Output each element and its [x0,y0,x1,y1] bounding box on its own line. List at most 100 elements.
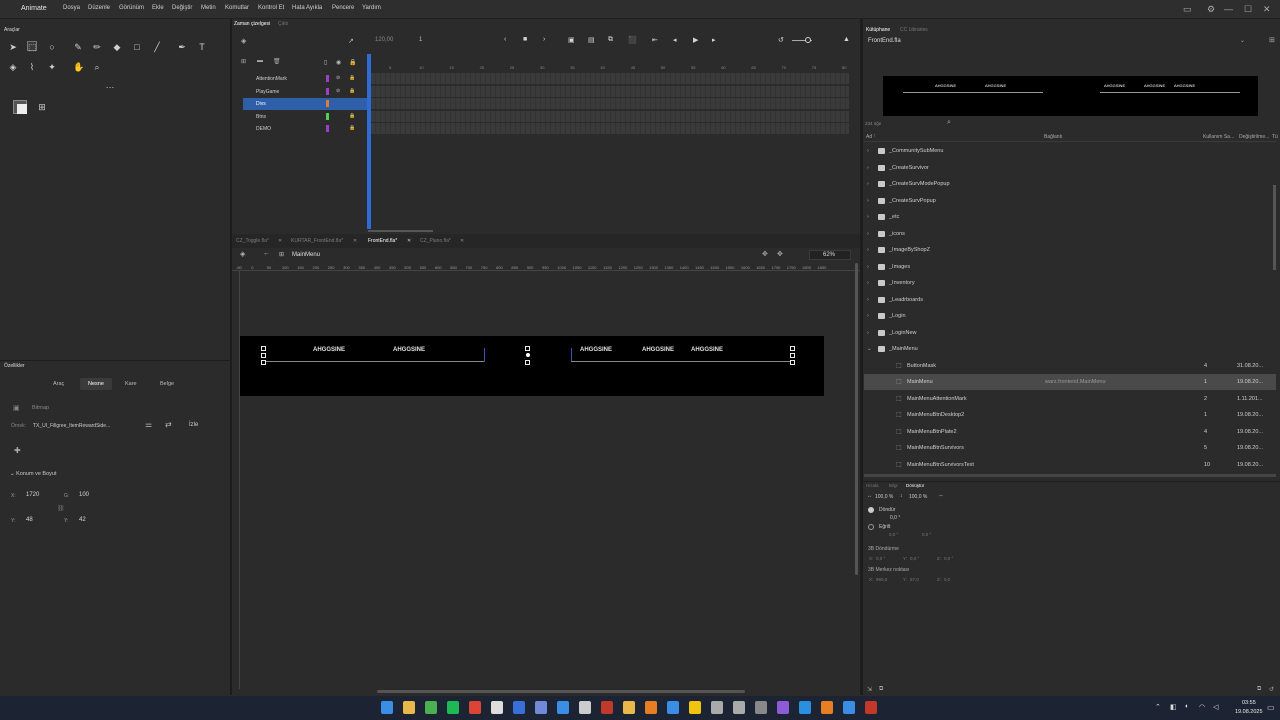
y-value[interactable]: 48 [26,517,33,523]
menu-metin[interactable]: Metin [201,5,216,11]
paint-bucket-icon[interactable]: ◈ [8,62,18,72]
more-tools-icon[interactable]: … [105,80,115,90]
gear-icon[interactable]: ⚙ [1207,4,1215,15]
unreal-icon[interactable] [491,701,503,714]
transform-handle[interactable] [261,353,266,358]
loop-icon[interactable]: ⬛ [628,36,637,44]
hidden-icon[interactable]: ⊘ [336,75,340,81]
workspace-icon[interactable]: ▭ [1183,4,1192,15]
app-icon[interactable] [689,701,701,714]
library-item[interactable]: › _Login [864,308,1276,324]
sort-up-icon[interactable]: ↑ [873,133,876,139]
layer-color-swatch[interactable] [326,125,329,132]
library-item[interactable]: › _CommunitySubMenu [864,143,1276,159]
menu-dosya[interactable]: Dosya [63,5,80,11]
doc-close-icon[interactable]: ✕ [407,238,411,244]
windows-start-icon[interactable] [381,701,393,714]
lock-icon[interactable]: 🔒 [349,125,355,131]
x-value[interactable]: 1720 [26,492,39,498]
menu-gorunum[interactable]: Görünüm [119,5,144,11]
col-modified[interactable]: Değiştirilme... [1239,134,1269,140]
tab-output[interactable]: Çıktı [278,21,288,27]
text-tool-icon[interactable]: T [197,42,207,52]
onion-skin-icon[interactable]: ▣ [568,36,575,44]
library-item[interactable]: › _etc [864,209,1276,225]
lock-toggle-icon[interactable]: 🔒 [349,59,356,66]
tab-timeline[interactable]: Zaman çizelgesi [234,21,270,27]
library-item[interactable]: ⬚ MainMenuBtnSurvivorsText 10 19.08.20... [864,457,1276,473]
menu-hata-ayikla[interactable]: Hata Ayıkla [292,5,322,11]
layer-color-swatch[interactable] [326,88,329,95]
frame-row[interactable] [371,98,849,110]
back-arrow-icon[interactable]: ← [263,250,270,257]
tab-cc-libraries[interactable]: CC Libraries [900,27,928,33]
app-icon[interactable] [843,701,855,714]
menu-button-text[interactable]: AHGGSINE [393,347,425,353]
chevron-right-icon[interactable]: › [867,325,869,341]
doc-tab-active[interactable]: FrontEnd.fla* [368,238,397,244]
doc-tab[interactable]: CZ_Piano.fla* [420,238,451,244]
visibility-toggle-icon[interactable]: ◉ [336,59,341,66]
chevron-right-icon[interactable]: › [867,226,869,242]
undo-icon[interactable]: ↺ [778,36,784,44]
app-icon[interactable] [623,701,635,714]
lock-icon[interactable]: 🔒 [349,113,355,119]
menu-button-text[interactable]: AHGGSINE [642,347,674,353]
new-folder-icon[interactable]: ▬ [257,58,263,64]
tab-nesne[interactable]: Nesne [80,378,112,390]
rotate-radio[interactable] [868,507,874,513]
transform-handle[interactable] [525,360,530,365]
library-item[interactable]: › _icons [864,226,1276,242]
frame-row[interactable] [371,86,849,98]
transform-handle[interactable] [525,346,530,351]
transform-handle[interactable] [790,360,795,365]
bone-tool-icon[interactable]: ✦ [47,62,57,72]
col-name[interactable]: Ad [866,134,872,140]
transform-center-point[interactable] [526,353,530,357]
rotation-3d-y[interactable]: 0,0 ° [910,556,919,561]
menu-pencere[interactable]: Pencere [332,5,354,11]
maximize-icon[interactable]: ☐ [1244,4,1252,15]
position-size-section[interactable]: ⌄ Konum ve Boyut [10,471,57,477]
library-item[interactable]: › _ImageByShopZ [864,242,1276,258]
zoom-tool-icon[interactable]: ⌕ [92,62,102,72]
doc-close-icon[interactable]: ✕ [278,238,282,244]
library-file-select[interactable]: FrontEnd.fla ⌄ [868,36,1248,47]
tab-transform[interactable]: Dönüştür [906,483,924,488]
library-item[interactable]: ⬚ ButtonMask 4 31.08.20... [864,358,1276,374]
library-item[interactable]: › _CreateSurvModePopup [864,176,1276,192]
vscode-icon[interactable] [799,701,811,714]
prev-keyframe-icon[interactable]: ‹ [504,36,506,43]
library-item[interactable]: › _CreateSurvivor [864,160,1276,176]
playhead[interactable] [367,54,371,229]
skew-v-value[interactable]: 0,0 ° [922,532,931,537]
library-scrollbar[interactable] [1273,185,1276,270]
insert-keyframe-icon[interactable]: ■ [523,36,527,43]
animate-icon[interactable] [865,701,877,714]
layers-icon[interactable]: ◈ [241,37,246,45]
breadcrumb-symbol[interactable]: MainMenu [292,252,320,258]
zoom-slider-thumb[interactable] [805,37,811,43]
chevron-right-icon[interactable]: › [867,259,869,275]
transform-handle[interactable] [261,346,266,351]
brush-tool-icon[interactable]: ✎ [73,42,83,52]
clock-date[interactable]: 19.08.2025 [1235,709,1263,715]
lock-icon[interactable]: 🔒 [349,75,355,81]
skew-h-value[interactable]: 0,0 ° [889,532,898,537]
chrome-icon[interactable] [469,701,481,714]
rotation-3d-x[interactable]: 0,0 ° [876,556,885,561]
frame-value[interactable]: 1 [419,37,422,43]
next-keyframe-icon[interactable]: › [543,36,545,43]
stage-vertical-scrollbar[interactable] [855,263,858,575]
network-icon[interactable]: ◧ [1170,703,1177,711]
frame-row[interactable] [371,73,849,85]
transform-handle[interactable] [790,353,795,358]
spotify-icon[interactable] [447,701,459,714]
delete-layer-icon[interactable]: 🗑 [273,58,281,65]
library-item[interactable]: ⬚ MainMenuBtnSurvivors 5 19.08.20... [864,440,1276,456]
app-icon[interactable] [821,701,833,714]
h-value[interactable]: 42 [79,517,86,523]
stage-artboard[interactable] [240,336,824,396]
app-icon[interactable] [755,701,767,714]
col-linkage[interactable]: Bağlantı [1044,134,1062,140]
